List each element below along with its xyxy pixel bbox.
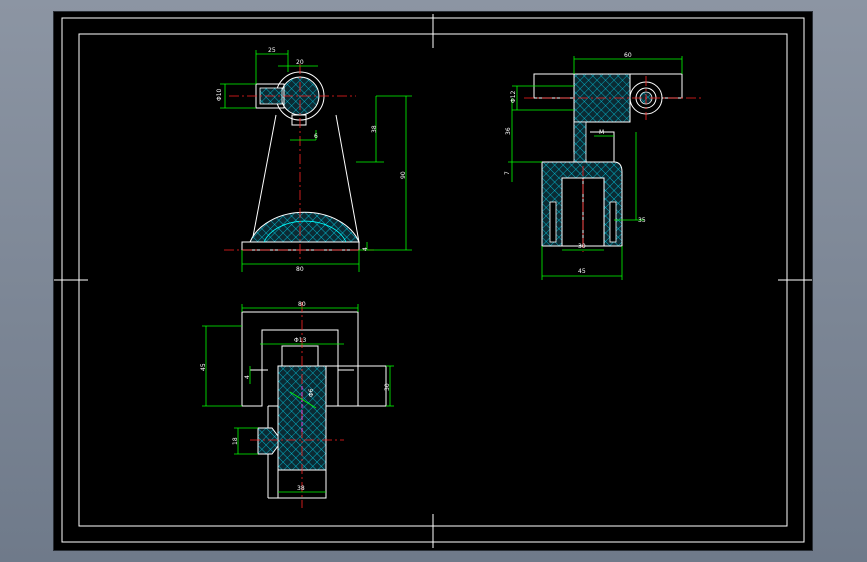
top-view[interactable]: 80 Φ13 45 4 30 Φ6 18 38 <box>200 301 394 508</box>
top-dim-right-height: 30 <box>384 383 391 391</box>
front-dim-small: 6 <box>314 133 318 140</box>
side-dim-right-height: 35 <box>638 217 646 224</box>
top-dim-bottom-width: 38 <box>297 485 305 492</box>
front-dim-base-thickness: 4 <box>362 247 369 251</box>
side-dim-slot: M <box>599 129 604 136</box>
front-dim-base-width: 80 <box>296 266 304 273</box>
top-dim-height: 45 <box>200 363 207 371</box>
top-dim-overall-width: 80 <box>298 301 306 308</box>
engineering-drawing: 25 20 Φ10 38 90 4 80 6 60 Φ12 36 M 7 35 … <box>54 14 812 548</box>
cad-viewport: 25 20 Φ10 38 90 4 80 6 60 Φ12 36 M 7 35 … <box>0 0 867 562</box>
top-dim-inner-dia: Φ13 <box>294 337 307 344</box>
front-dim-left-stub: Φ10 <box>216 88 223 101</box>
front-dim-boss-width: 20 <box>296 59 304 66</box>
side-dim-arm-height: 36 <box>505 127 512 135</box>
side-dim-top-width: 60 <box>624 52 632 59</box>
side-dim-small: 7 <box>504 171 511 175</box>
sheet-border <box>54 14 812 548</box>
front-dim-top-width: 25 <box>268 47 276 54</box>
side-view[interactable]: 60 Φ12 36 M 7 35 30 45 <box>504 52 704 280</box>
side-dim-outer-width: 45 <box>578 268 586 275</box>
top-dim-hole: Φ6 <box>308 388 315 397</box>
side-dim-block-height: Φ12 <box>510 90 517 103</box>
side-dim-inner-width: 30 <box>578 243 586 250</box>
front-dim-mid-height: 38 <box>371 125 378 133</box>
front-dim-total-height: 90 <box>400 171 407 179</box>
top-dim-left-boss: 18 <box>232 437 239 445</box>
top-dim-step: 4 <box>244 375 251 379</box>
drawing-canvas[interactable]: 25 20 Φ10 38 90 4 80 6 60 Φ12 36 M 7 35 … <box>54 12 812 550</box>
front-view[interactable]: 25 20 Φ10 38 90 4 80 6 <box>216 47 412 273</box>
